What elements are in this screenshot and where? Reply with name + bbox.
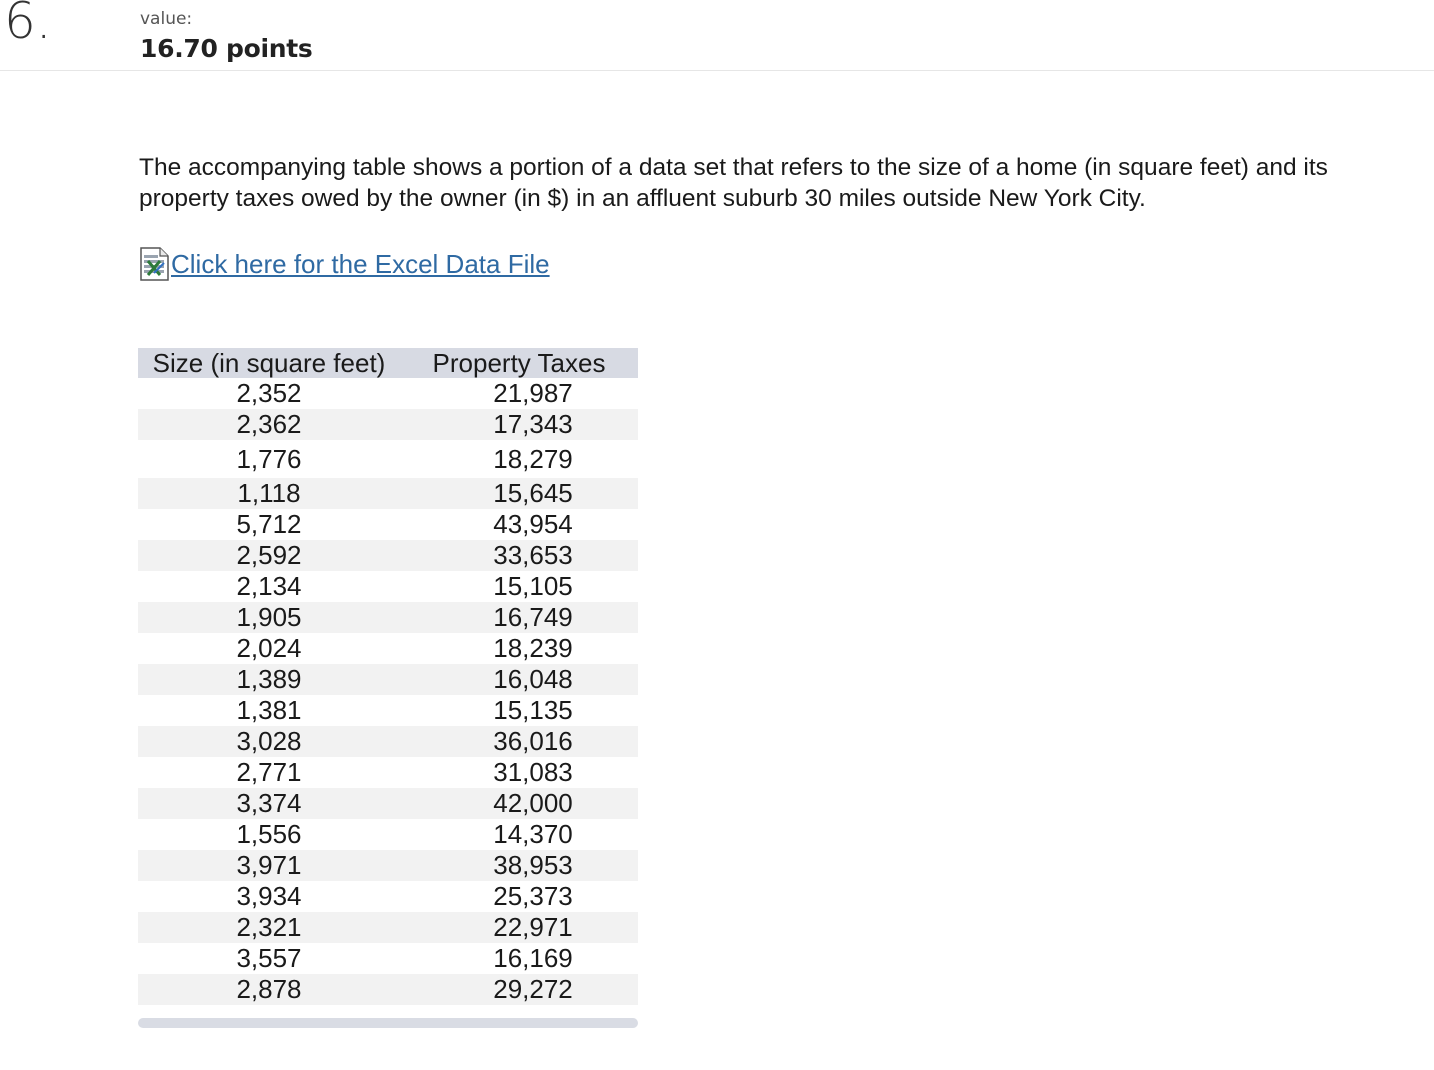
- cell-size: 2,771: [236, 757, 302, 787]
- cell-size: 2,134: [236, 571, 302, 601]
- question-number: 6.: [4, 0, 52, 50]
- cell-property-taxes: 42,000: [400, 788, 638, 819]
- table-row: 1,556 14,370: [138, 819, 638, 850]
- cell-size: 1,776: [236, 444, 302, 474]
- cell-property-taxes: 36,016: [400, 726, 638, 757]
- table-row: 1,905 16,749: [138, 602, 638, 633]
- cell-property-taxes: 33,653: [400, 540, 638, 571]
- cell-size: 2,362: [138, 409, 400, 440]
- table-row: 5,712 43,954: [138, 509, 638, 540]
- table-row: 2,592 33,653: [138, 540, 638, 571]
- excel-data-file-link[interactable]: Click here for the Excel Data File: [140, 247, 550, 281]
- table-row: 2,024 18,239: [138, 633, 638, 664]
- cell-property-taxes: 43,954: [493, 509, 573, 539]
- table-row: 2,134 15,105: [138, 571, 638, 602]
- cell-size: 2,878: [138, 974, 400, 1005]
- question-prompt: The accompanying table shows a portion o…: [139, 154, 1328, 212]
- cell-property-taxes: 15,105: [493, 571, 573, 601]
- table-row: 3,557 16,169: [138, 943, 638, 974]
- table-row: 1,389 16,048: [138, 664, 638, 695]
- cell-size: 3,028: [138, 726, 400, 757]
- column-header-size: Size (in square feet): [138, 348, 400, 378]
- cell-size: 3,934: [236, 881, 302, 911]
- cell-size: 3,557: [236, 943, 302, 973]
- data-table: Size (in square feet) Property Taxes 2,3…: [138, 348, 638, 1005]
- cell-size: 2,321: [138, 912, 400, 943]
- cell-size: 2,592: [138, 540, 400, 571]
- table-row: 2,352 21,987: [138, 378, 638, 409]
- question-points: 16.70 points: [140, 34, 313, 63]
- header-divider: [0, 70, 1434, 71]
- cell-property-taxes: 16,048: [400, 664, 638, 695]
- table-row: 3,934 25,373: [138, 881, 638, 912]
- table-row: 3,374 42,000: [138, 788, 638, 819]
- cell-size: 3,971: [138, 850, 400, 881]
- table-row: 3,971 38,953: [138, 850, 638, 881]
- cell-property-taxes: 15,645: [400, 478, 638, 509]
- table-header-row: Size (in square feet) Property Taxes: [138, 348, 638, 378]
- cell-property-taxes: 15,135: [493, 695, 573, 725]
- cell-size: 1,118: [138, 478, 400, 509]
- cell-size: 2,024: [236, 633, 302, 663]
- cell-property-taxes: 16,749: [400, 602, 638, 633]
- table-row: 2,771 31,083: [138, 757, 638, 788]
- cell-size: 1,381: [236, 695, 302, 725]
- cell-size: 5,712: [236, 509, 302, 539]
- cell-property-taxes: 14,370: [493, 819, 573, 849]
- cell-size: 1,905: [138, 602, 400, 633]
- cell-property-taxes: 22,971: [400, 912, 638, 943]
- cell-property-taxes: 21,987: [493, 378, 573, 408]
- horizontal-scrollbar[interactable]: [138, 1018, 638, 1028]
- value-label: value:: [140, 9, 193, 29]
- table-row: 3,028 36,016: [138, 726, 638, 757]
- table-row: 1,118 15,645: [138, 478, 638, 509]
- table-row: 1,776 18,279: [138, 440, 638, 478]
- table-row: 2,362 17,343: [138, 409, 638, 440]
- column-header-property-taxes: Property Taxes: [400, 348, 638, 378]
- table-row: 2,878 29,272: [138, 974, 638, 1005]
- cell-property-taxes: 38,953: [400, 850, 638, 881]
- cell-size: 1,556: [236, 819, 302, 849]
- cell-property-taxes: 18,239: [493, 633, 573, 663]
- cell-size: 3,374: [138, 788, 400, 819]
- excel-link-label: Click here for the Excel Data File: [171, 248, 550, 279]
- table-row: 2,321 22,971: [138, 912, 638, 943]
- cell-property-taxes: 17,343: [400, 409, 638, 440]
- table-row: 1,381 15,135: [138, 695, 638, 726]
- cell-size: 2,352: [236, 378, 302, 408]
- cell-property-taxes: 25,373: [493, 881, 573, 911]
- excel-file-icon: [140, 247, 170, 281]
- cell-property-taxes: 18,279: [493, 444, 573, 474]
- cell-property-taxes: 31,083: [493, 757, 573, 787]
- cell-property-taxes: 29,272: [400, 974, 638, 1005]
- cell-property-taxes: 16,169: [493, 943, 573, 973]
- cell-size: 1,389: [138, 664, 400, 695]
